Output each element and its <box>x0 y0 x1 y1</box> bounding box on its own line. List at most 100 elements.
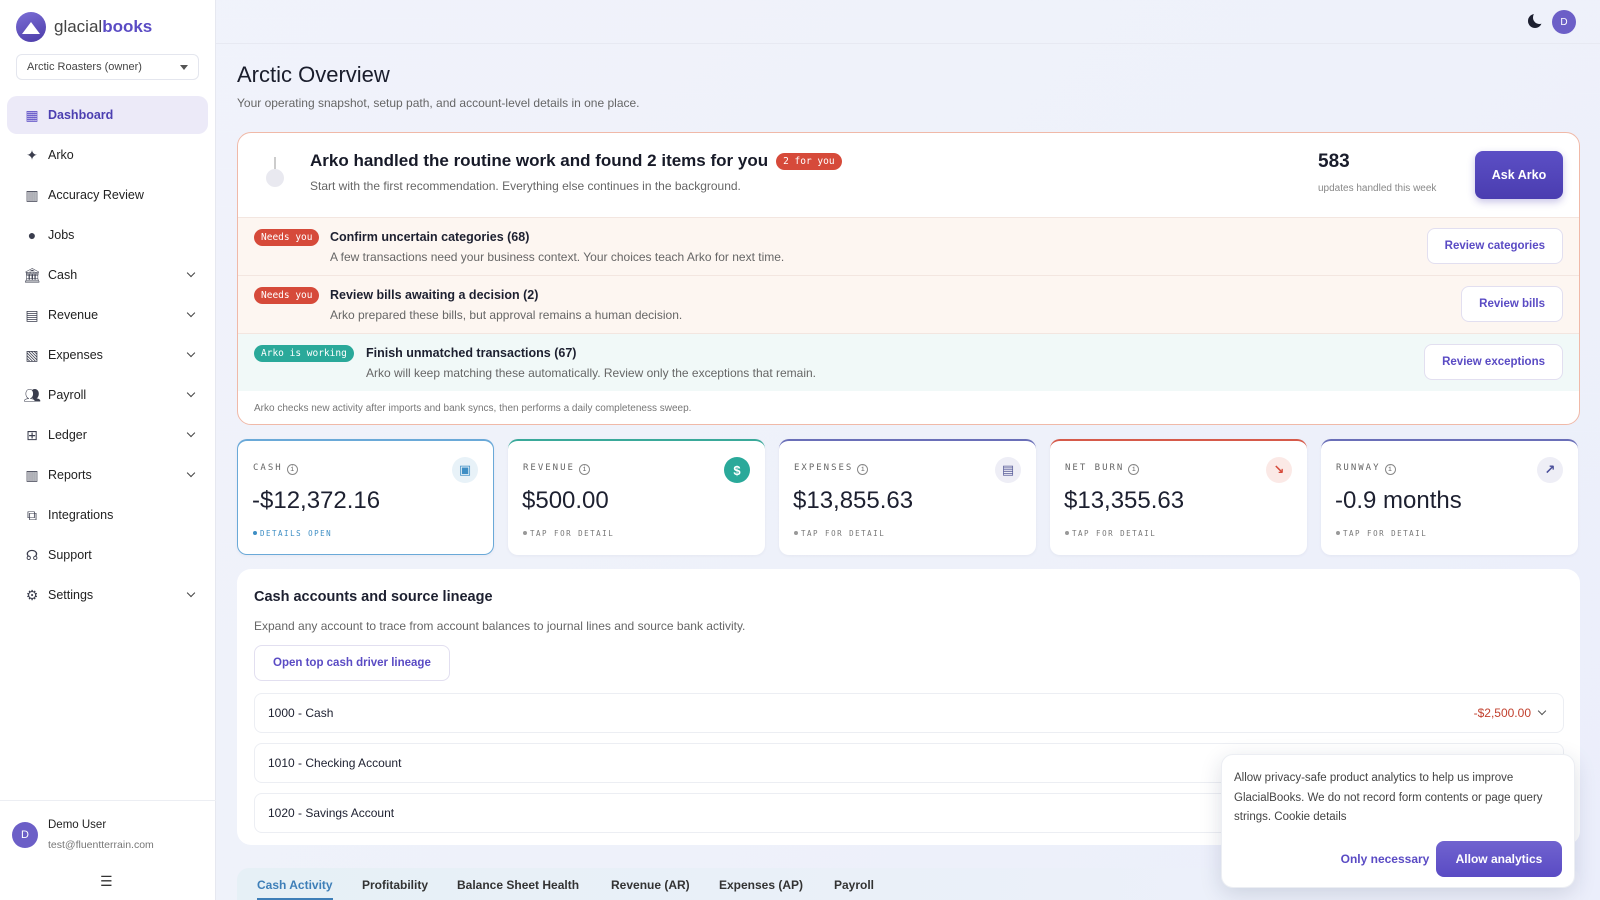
avatar[interactable]: D <box>1552 10 1576 34</box>
kpi-label: NET BURN i <box>1065 463 1140 475</box>
chevron-down-icon <box>186 468 196 478</box>
sidebar-item-accuracy-review[interactable]: ▥ Accuracy Review <box>7 176 208 214</box>
jobs-icon: ● <box>27 227 37 243</box>
chevron-down-icon <box>186 348 196 358</box>
info-icon[interactable]: i <box>857 464 869 475</box>
recommendation-title: Finish unmatched transactions (67) <box>366 346 577 360</box>
updates-label: updates handled this week <box>1318 183 1437 194</box>
info-icon[interactable]: i <box>286 464 298 475</box>
kpi-label: REVENUE i <box>523 463 590 475</box>
sidebar-item-reports[interactable]: ▥ Reports <box>7 456 208 494</box>
kpi-value: $13,355.63 <box>1064 487 1185 514</box>
recommendation-desc: Arko will keep matching these automatica… <box>366 366 816 380</box>
sidebar-item-ledger[interactable]: ⊞ Ledger <box>7 416 208 454</box>
sidebar-item-label: Reports <box>48 468 92 482</box>
allow-analytics-button[interactable]: Allow analytics <box>1436 841 1562 877</box>
moon-icon[interactable] <box>1528 11 1546 28</box>
dollar-icon: $ <box>724 457 750 483</box>
open-lineage-button[interactable]: Open top cash driver lineage <box>254 645 450 681</box>
account-name: 1000 - Cash <box>268 706 334 720</box>
panel-title: Cash accounts and source lineage <box>254 589 493 605</box>
people-icon: 👥︎ <box>23 386 41 403</box>
review-exceptions-button[interactable]: Review exceptions <box>1424 344 1563 380</box>
sidebar-item-jobs[interactable]: ● Jobs <box>7 216 208 254</box>
kpi-card-revenue[interactable]: REVENUE i $ $500.00 TAP FOR DETAIL <box>508 439 765 555</box>
chevron-down-icon <box>186 388 196 398</box>
caret-down-icon <box>180 64 188 70</box>
kpi-card-net-burn[interactable]: NET BURN i ↘ $13,355.63 TAP FOR DETAIL <box>1050 439 1307 555</box>
account-row[interactable]: 1000 - Cash -$2,500.00 <box>254 693 1564 733</box>
review-categories-button[interactable]: Review categories <box>1426 228 1563 264</box>
sidebar-item-payroll[interactable]: 👥︎ Payroll <box>7 376 208 414</box>
info-icon[interactable]: i <box>578 464 590 475</box>
tab-balance-sheet-health[interactable]: Balance Sheet Health <box>457 878 579 892</box>
kpi-value: $500.00 <box>522 487 609 514</box>
chevron-down-icon <box>186 268 196 278</box>
sidebar: glacialbooks Arctic Roasters (owner) ▦ D… <box>0 0 216 900</box>
cookie-banner: Allow privacy-safe product analytics to … <box>1221 754 1575 888</box>
recommendation-title: Confirm uncertain categories (68) <box>330 230 530 244</box>
for-you-badge: 2 for you <box>776 153 842 170</box>
sidebar-item-integrations[interactable]: ⧉ Integrations <box>7 496 208 534</box>
tab-revenue-ar[interactable]: Revenue (AR) <box>611 878 690 892</box>
trend-up-icon: ↗ <box>1537 457 1563 483</box>
org-selector[interactable]: Arctic Roasters (owner) <box>16 54 199 80</box>
review-bills-button[interactable]: Review bills <box>1461 286 1563 322</box>
kpi-foot: TAP FOR DETAIL <box>1336 529 1427 538</box>
sidebar-item-settings[interactable]: ⚙ Settings <box>7 576 208 614</box>
sidebar-item-arko[interactable]: ✦ Arko <box>7 136 208 174</box>
sidebar-item-cash[interactable]: 🏛︎ Cash <box>7 256 208 294</box>
tab-profitability[interactable]: Profitability <box>362 878 428 892</box>
bar-chart-icon: ▥ <box>25 186 39 203</box>
tab-expenses-ap[interactable]: Expenses (AP) <box>719 878 803 892</box>
collapse-sidebar-icon[interactable]: ☰ <box>100 873 113 890</box>
kpi-card-cash[interactable]: CASH i ▣ -$12,372.16 DETAILS OPEN <box>237 439 494 555</box>
sidebar-item-label: Ledger <box>48 428 87 442</box>
sidebar-item-label: Integrations <box>48 508 114 522</box>
integrations-icon: ⧉ <box>27 506 37 523</box>
kpi-label: EXPENSES i <box>794 463 869 475</box>
sidebar-item-support[interactable]: ☊ Support <box>7 536 208 574</box>
recommendation-row: Needs you Review bills awaiting a decisi… <box>238 275 1579 333</box>
sidebar-item-label: Payroll <box>48 388 87 402</box>
kpi-foot: TAP FOR DETAIL <box>1065 529 1156 538</box>
robot-icon <box>264 155 286 189</box>
tab-cash-activity[interactable]: Cash Activity <box>257 878 333 900</box>
info-icon[interactable]: i <box>1128 464 1140 475</box>
brand-name: glacialbooks <box>54 17 153 36</box>
recommendation-title: Review bills awaiting a decision (2) <box>330 288 539 302</box>
account-balance: -$2,500.00 <box>1473 706 1531 720</box>
kpi-card-expenses[interactable]: EXPENSES i ▤ $13,855.63 TAP FOR DETAIL <box>779 439 1036 555</box>
sidebar-item-expenses[interactable]: ▧ Expenses <box>7 336 208 374</box>
ask-arko-button[interactable]: Ask Arko <box>1475 151 1563 199</box>
arko-recommendations-card: Arko handled the routine work and found … <box>237 132 1580 425</box>
user-profile[interactable]: D Demo User test@fluentterrain.com <box>0 801 216 851</box>
kpi-card-runway[interactable]: RUNWAY i ↗ -0.9 months TAP FOR DETAIL <box>1321 439 1578 555</box>
sidebar-item-label: Jobs <box>48 228 75 242</box>
sidebar-item-label: Support <box>48 548 92 562</box>
only-necessary-button[interactable]: Only necessary <box>1330 841 1440 877</box>
avatar: D <box>12 822 38 848</box>
ledger-icon: ⊞ <box>26 426 38 443</box>
topbar: D <box>216 0 1600 44</box>
org-selector-value: Arctic Roasters (owner) <box>27 61 142 73</box>
cookie-details-link[interactable]: Cookie details <box>1274 811 1346 823</box>
chevron-down-icon[interactable] <box>1537 706 1547 716</box>
tab-payroll[interactable]: Payroll <box>834 878 874 892</box>
brand[interactable]: glacialbooks <box>0 0 215 54</box>
kpi-value: -$12,372.16 <box>252 487 381 514</box>
user-name: Demo User <box>48 819 107 831</box>
updates-count: 583 <box>1318 151 1350 172</box>
sidebar-item-revenue[interactable]: ▤ Revenue <box>7 296 208 334</box>
sidebar-item-label: Arko <box>48 148 74 162</box>
sidebar-nav: ▦ Dashboard ✦ Arko ▥ Accuracy Review ● J… <box>0 96 215 614</box>
recommendation-row: Needs you Confirm uncertain categories (… <box>238 217 1579 275</box>
gear-icon: ⚙ <box>25 586 39 603</box>
page-subtitle: Your operating snapshot, setup path, and… <box>237 96 640 110</box>
kpi-label: RUNWAY i <box>1336 463 1396 475</box>
info-icon[interactable]: i <box>1384 464 1396 475</box>
cookie-text: Allow privacy-safe product analytics to … <box>1234 772 1543 823</box>
sidebar-item-label: Expenses <box>48 348 103 362</box>
reports-icon: ▥ <box>25 466 39 483</box>
sidebar-item-dashboard[interactable]: ▦ Dashboard <box>7 96 208 134</box>
